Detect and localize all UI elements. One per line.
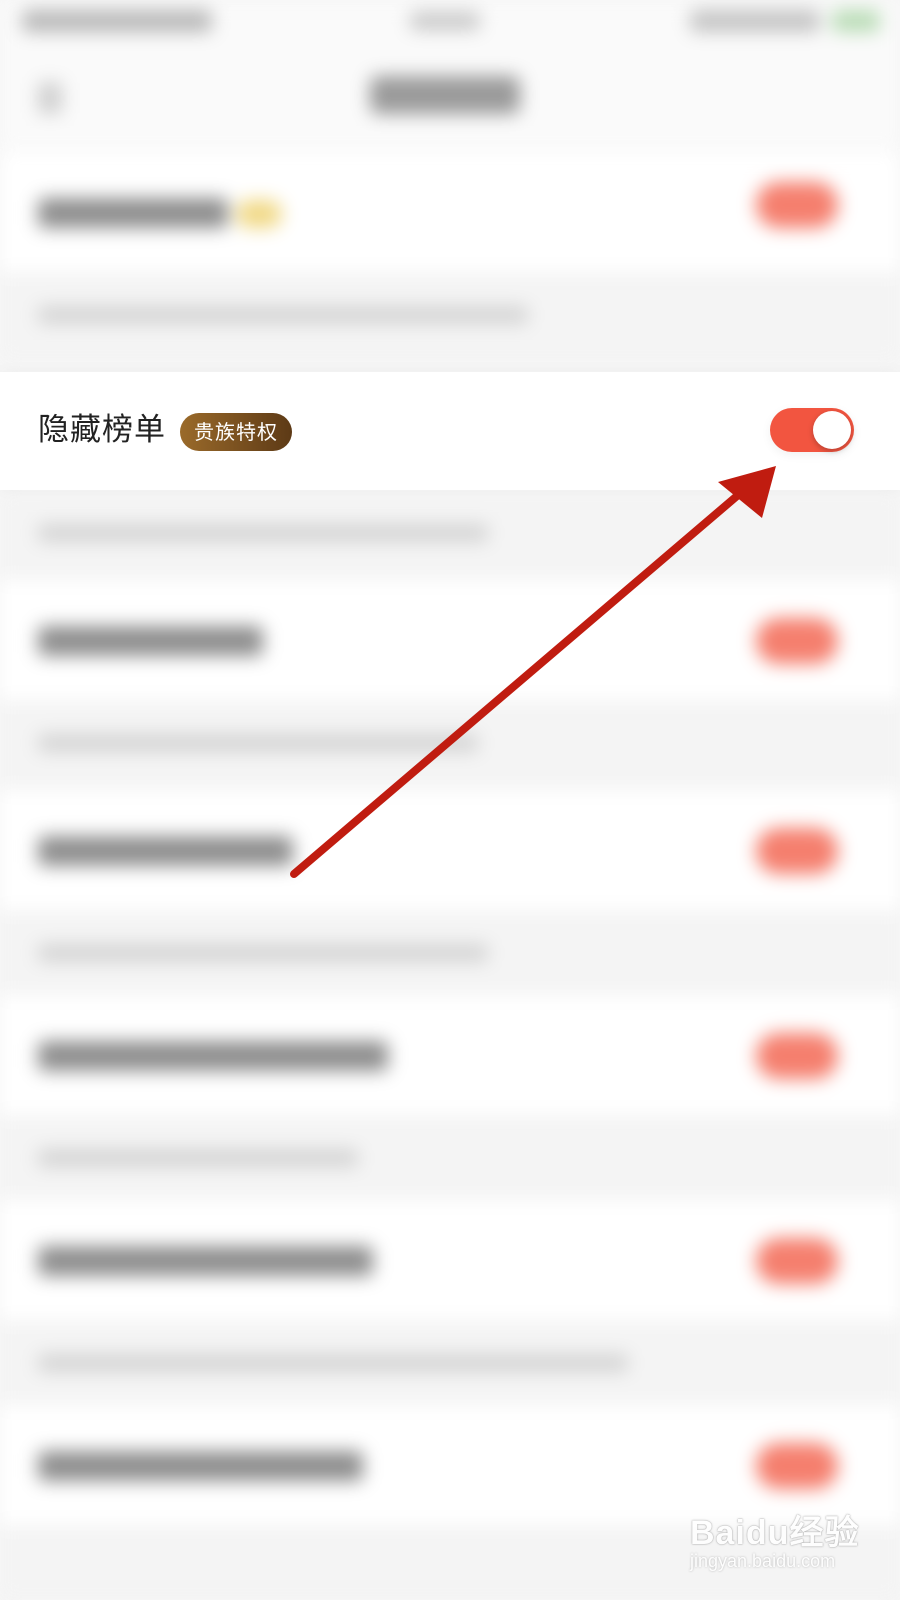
setting-toggle[interactable] bbox=[756, 1033, 838, 1079]
setting-title bbox=[38, 626, 263, 656]
hide-leaderboard-toggle[interactable] bbox=[770, 408, 854, 452]
status-icons bbox=[690, 10, 820, 32]
setting-description bbox=[0, 1320, 900, 1410]
toggle-knob bbox=[813, 411, 851, 449]
setting-title bbox=[38, 198, 228, 228]
screen: 隐藏榜单 贵族特权 Baidu经验 jingyan.baidu.com bbox=[0, 0, 900, 1600]
setting-toggle[interactable] bbox=[756, 828, 838, 874]
status-time bbox=[410, 12, 480, 30]
setting-toggle[interactable] bbox=[756, 618, 838, 664]
description-line bbox=[38, 1354, 628, 1372]
watermark-sub: jingyan.baidu.com bbox=[690, 1551, 836, 1571]
setting-title bbox=[38, 1041, 388, 1071]
hide-leaderboard-label: 隐藏榜单 bbox=[38, 412, 166, 448]
setting-description bbox=[0, 1115, 900, 1205]
setting-toggle[interactable] bbox=[756, 1238, 838, 1284]
setting-toggle[interactable] bbox=[756, 1443, 838, 1489]
setting-description bbox=[0, 910, 900, 1000]
back-icon[interactable] bbox=[38, 82, 62, 114]
blurred-background bbox=[0, 0, 900, 1600]
setting-row bbox=[0, 580, 900, 700]
description-line bbox=[38, 734, 478, 752]
status-carrier bbox=[22, 10, 212, 32]
setting-description bbox=[0, 272, 900, 362]
description-line bbox=[38, 524, 488, 542]
baidu-watermark: Baidu经验 jingyan.baidu.com bbox=[690, 1505, 890, 1585]
setting-row bbox=[0, 790, 900, 910]
setting-title bbox=[38, 1451, 363, 1481]
description-line bbox=[38, 1149, 358, 1167]
setting-description bbox=[0, 700, 900, 790]
setting-description bbox=[0, 490, 900, 580]
description-line bbox=[38, 944, 488, 962]
battery-icon bbox=[832, 10, 880, 32]
setting-title bbox=[38, 836, 293, 866]
watermark-text: Baidu经验 bbox=[690, 1514, 860, 1552]
nav-bar bbox=[0, 48, 900, 148]
page-title bbox=[370, 76, 520, 114]
setting-row bbox=[0, 1200, 900, 1320]
setting-toggle[interactable] bbox=[756, 182, 838, 228]
setting-row bbox=[0, 152, 900, 272]
hide-leaderboard-row: 隐藏榜单 贵族特权 bbox=[0, 372, 900, 490]
setting-title bbox=[38, 1246, 373, 1276]
description-line bbox=[38, 306, 528, 324]
status-bar bbox=[0, 0, 900, 48]
setting-badge bbox=[236, 200, 282, 228]
setting-row bbox=[0, 995, 900, 1115]
noble-privilege-badge: 贵族特权 bbox=[180, 413, 292, 451]
